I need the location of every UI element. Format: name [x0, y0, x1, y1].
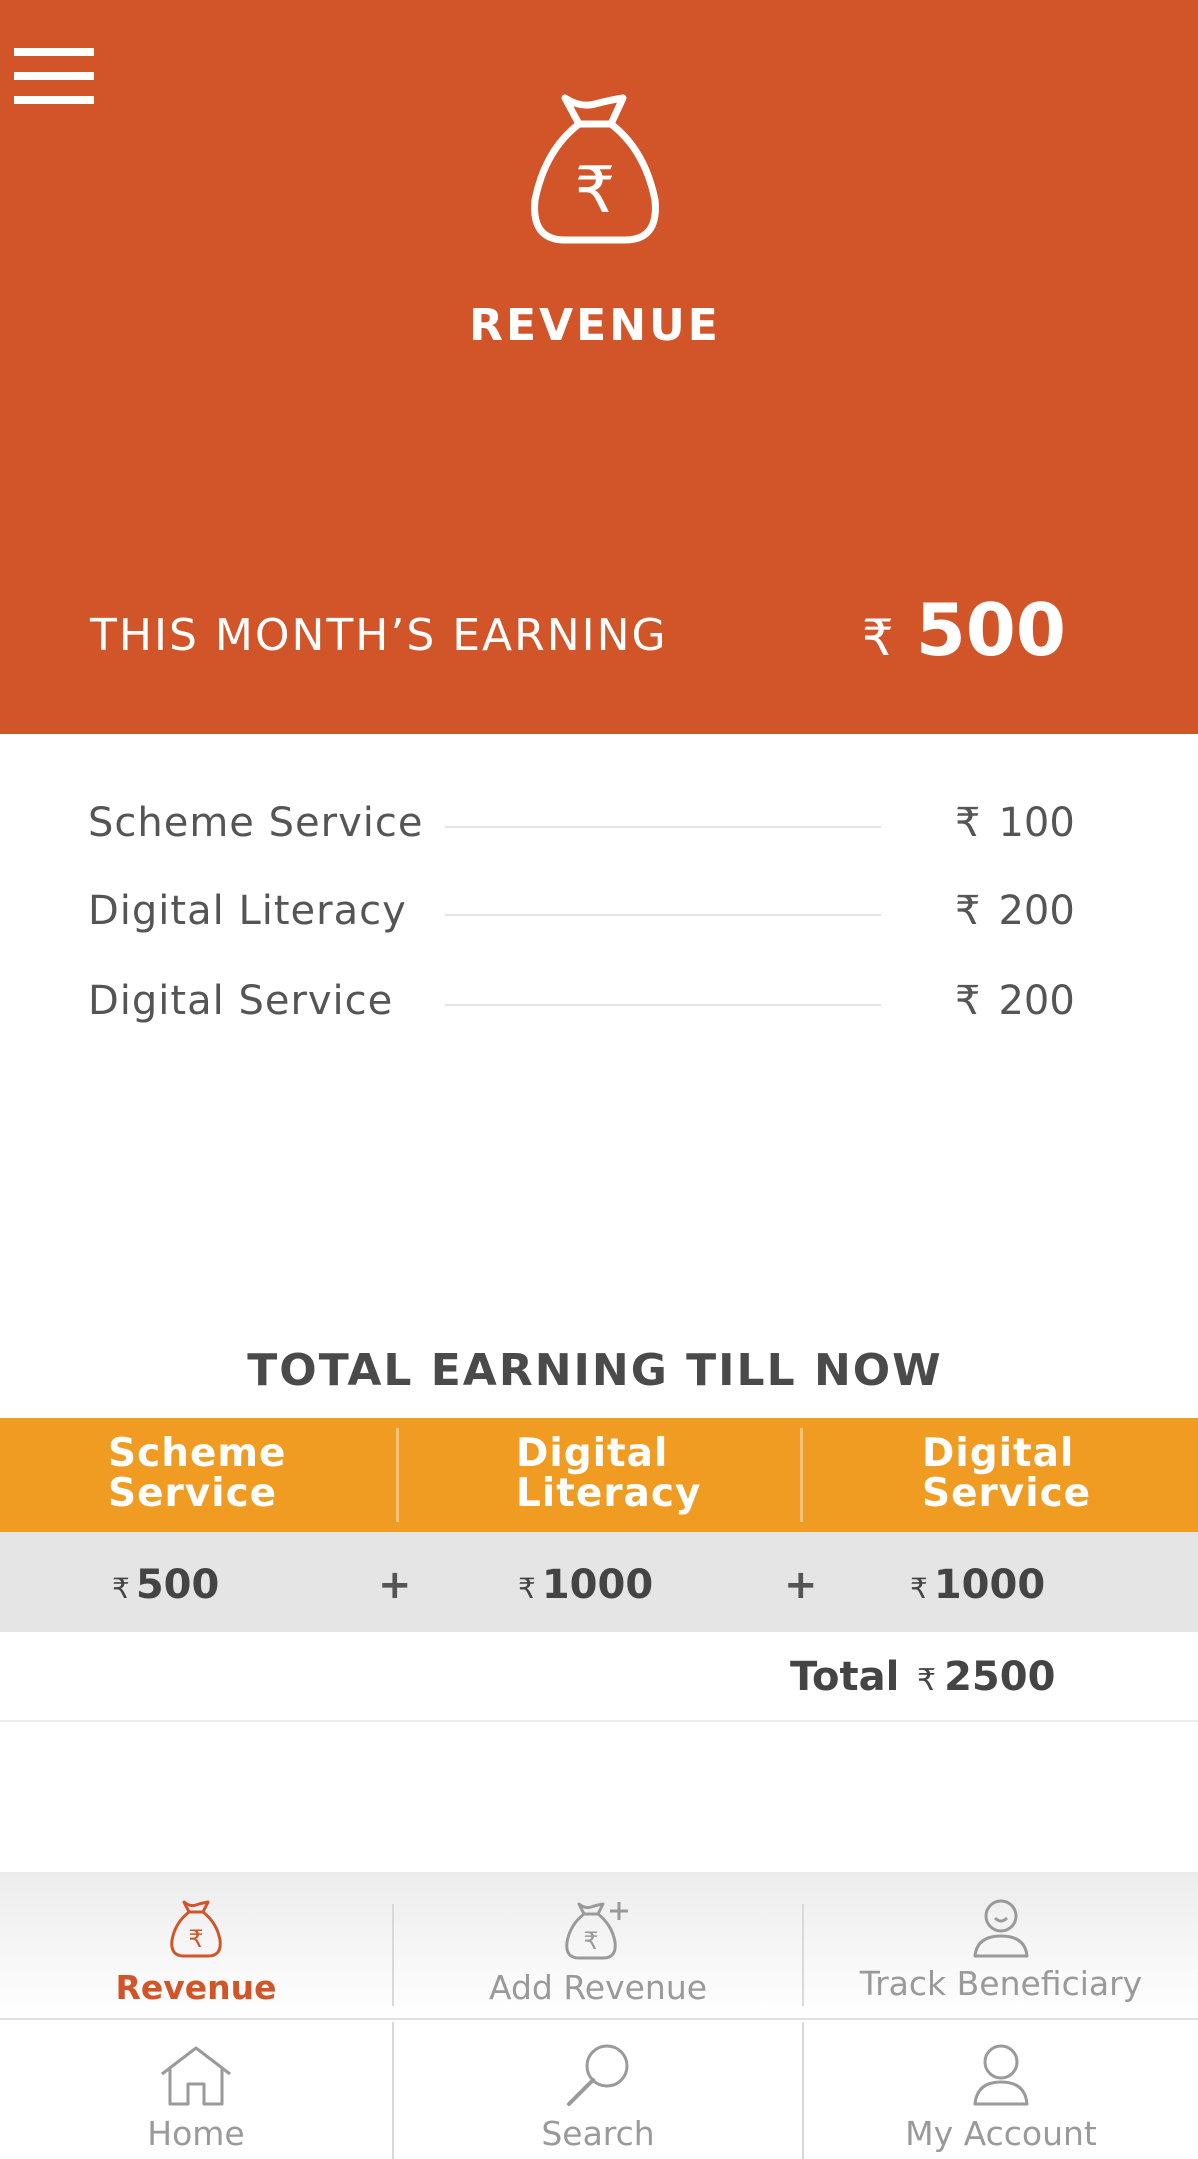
home-icon [161, 2046, 231, 2106]
nav-label: My Account [905, 2114, 1097, 2153]
nav-search[interactable]: Search [394, 2022, 802, 2159]
tab-track-beneficiary[interactable]: Track Beneficiary [804, 1872, 1198, 2020]
divider [445, 826, 881, 828]
month-earning-label: THIS MONTH’S EARNING [90, 610, 668, 661]
column-divider [396, 1428, 399, 1522]
breakdown-row: Digital Service ₹200 [0, 968, 1198, 1038]
plus-sign: + [784, 1562, 818, 1608]
add-revenue-icon: ₹ [565, 1902, 628, 1960]
month-earning-amount: 500 [915, 588, 1066, 672]
tab-label: Add Revenue [488, 1968, 708, 2007]
revenue-tab-bar: ₹ Revenue ₹ Add Revenue Track Beneficiar… [0, 1872, 1198, 2020]
nav-home[interactable]: Home [0, 2022, 392, 2159]
tab-label: Revenue [115, 1968, 277, 2007]
total-table-values: ₹500 + ₹1000 + ₹1000 [0, 1532, 1198, 1632]
nav-label: Home [147, 2114, 245, 2153]
total-table-header: Scheme Service Digital Literacy Digital Ser… [0, 1418, 1198, 1532]
search-icon [567, 2044, 629, 2106]
divider [445, 914, 881, 916]
column-header-digital-service: Digital Service [922, 1431, 1092, 1516]
tab-revenue[interactable]: ₹ Revenue [0, 1872, 392, 2020]
bottom-navigation: Home Search My Account [0, 2022, 1198, 2159]
column-divider [800, 1428, 803, 1522]
breakdown-value: ₹100 [955, 800, 1075, 846]
column-header-scheme-service: Scheme Service [108, 1431, 287, 1516]
header: ₹ REVENUE THIS MONTH’S EARNING ₹500 [0, 0, 1198, 734]
breakdown-row: Digital Literacy ₹200 [0, 878, 1198, 948]
breakdown-label: Scheme Service [88, 800, 424, 846]
breakdown-value: ₹200 [955, 888, 1075, 934]
total-earning-heading: TOTAL EARNING TILL NOW [247, 1345, 943, 1396]
scheme-service-total: ₹500 [112, 1562, 220, 1608]
plus-sign: + [378, 1562, 412, 1608]
month-earning-value: ₹500 [862, 588, 1066, 672]
svg-text:₹: ₹ [188, 1925, 203, 1953]
hamburger-menu-icon[interactable] [14, 48, 94, 108]
rupee-symbol: ₹ [861, 609, 894, 667]
breakdown-label: Digital Literacy [88, 888, 407, 934]
breakdown-label: Digital Service [88, 978, 394, 1024]
beneficiary-icon [973, 1899, 1029, 1958]
grand-total-row: Total ₹2500 [0, 1632, 1198, 1722]
svg-text:₹: ₹ [575, 154, 616, 228]
tab-label: Track Beneficiary [859, 1964, 1143, 2003]
column-header-digital-literacy: Digital Literacy [516, 1431, 702, 1516]
money-bag-rupee-icon: ₹ [531, 94, 659, 244]
nav-my-account[interactable]: My Account [804, 2022, 1198, 2159]
page-title: REVENUE [469, 300, 721, 351]
breakdown-value: ₹200 [955, 978, 1075, 1024]
digital-service-total: ₹1000 [910, 1562, 1046, 1608]
total-label: Total [790, 1654, 900, 1700]
svg-text:₹: ₹ [583, 1927, 598, 1955]
account-icon [973, 2044, 1029, 2106]
nav-label: Search [541, 2114, 655, 2153]
breakdown-row: Scheme Service ₹100 [0, 790, 1198, 860]
money-bag-icon: ₹ [170, 1900, 222, 1958]
tab-add-revenue[interactable]: ₹ Add Revenue [394, 1872, 802, 2020]
digital-literacy-total: ₹1000 [518, 1562, 654, 1608]
divider [445, 1004, 881, 1006]
total-value: ₹2500 [917, 1654, 1056, 1700]
